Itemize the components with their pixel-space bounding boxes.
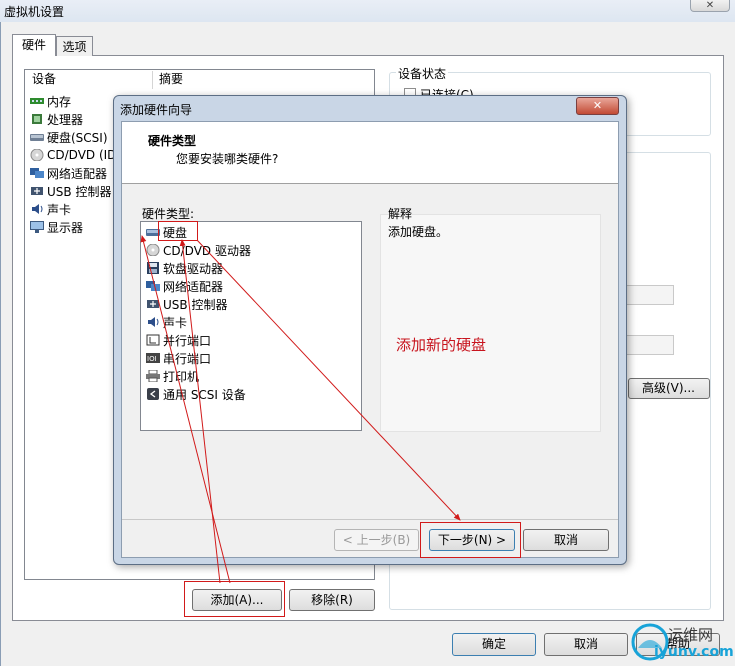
hardware-item-label: 串行端口 (163, 351, 212, 366)
wizard-title: 添加硬件向导 (120, 103, 193, 117)
device-row-cd-dvd[interactable]: CD/DVD (ID (30, 146, 116, 164)
device-label: 声卡 (47, 202, 72, 217)
hard-disk-icon (30, 131, 44, 143)
hardware-item-network[interactable]: 网络适配器 (146, 277, 223, 295)
window-title: 虚拟机设置 (4, 5, 65, 19)
svg-text:IOI: IOI (147, 355, 157, 363)
hardware-item-cd-dvd[interactable]: CD/DVD 驱动器 (146, 241, 251, 259)
hardware-item-label: 声卡 (163, 315, 188, 330)
hardware-item-label: USB 控制器 (163, 297, 228, 312)
explanation-text: 添加硬盘。 (388, 225, 449, 239)
network-adapter-icon (146, 280, 160, 292)
device-label: 网络适配器 (47, 166, 108, 181)
network-adapter-icon (30, 167, 44, 179)
hardware-item-serial-port[interactable]: IOI 串行端口 (146, 349, 211, 367)
window-close-button[interactable]: ✕ (690, 0, 730, 12)
hardware-item-label: 通用 SCSI 设备 (163, 387, 246, 402)
highlight-next-button (420, 522, 521, 558)
back-button[interactable]: < 上一步(B) (334, 529, 419, 551)
cancel-button[interactable]: 取消 (544, 633, 628, 656)
highlight-hard-disk (158, 221, 198, 241)
setting-dropdown[interactable] (625, 285, 674, 305)
usb-icon (30, 185, 44, 197)
advanced-button[interactable]: 高级(V)... (628, 378, 710, 399)
device-row-usb[interactable]: USB 控制器 (30, 182, 111, 200)
device-label: 处理器 (47, 112, 84, 127)
tab-hardware[interactable]: 硬件 (12, 34, 56, 56)
setting-dropdown[interactable] (625, 335, 674, 355)
parallel-port-icon (146, 334, 160, 346)
cd-dvd-icon (30, 148, 44, 162)
hardware-item-parallel-port[interactable]: 并行端口 (146, 331, 211, 349)
hardware-item-printer[interactable]: 打印机 (146, 367, 199, 385)
sound-card-icon (146, 316, 160, 328)
device-label: CD/DVD (ID (47, 148, 117, 162)
cd-dvd-icon (146, 243, 160, 257)
hardware-item-label: 打印机 (163, 369, 200, 384)
hardware-item-label: CD/DVD 驱动器 (163, 243, 251, 258)
device-row-sound[interactable]: 声卡 (30, 200, 71, 218)
wizard-close-button[interactable]: ✕ (576, 97, 619, 115)
device-label: USB 控制器 (47, 184, 112, 199)
wizard-divider (122, 519, 618, 520)
sound-card-icon (30, 203, 44, 215)
ok-button[interactable]: 确定 (452, 633, 536, 656)
explanation-label: 解释 (388, 207, 413, 221)
device-row-processor[interactable]: 处理器 (30, 110, 83, 128)
usb-icon (146, 298, 160, 310)
hardware-item-sound[interactable]: 声卡 (146, 313, 187, 331)
annotation-text: 添加新的硬盘 (396, 336, 487, 354)
column-header-summary[interactable]: 摘要 (159, 70, 183, 89)
hardware-item-label: 网络适配器 (163, 279, 224, 294)
device-row-memory[interactable]: 内存 (30, 92, 71, 110)
hardware-item-label: 软盘驱动器 (163, 261, 224, 276)
wizard-heading: 硬件类型 (148, 134, 197, 148)
column-divider[interactable] (152, 71, 153, 89)
device-label: 内存 (47, 94, 72, 109)
hardware-type-label: 硬件类型: (142, 207, 195, 221)
scsi-icon (146, 388, 160, 400)
hardware-item-floppy[interactable]: 软盘驱动器 (146, 259, 223, 277)
device-label: 硬盘(SCSI) (47, 130, 108, 145)
wizard-subheading: 您要安装哪类硬件? (176, 152, 279, 166)
column-header-device[interactable]: 设备 (32, 70, 56, 89)
device-status-label: 设备状态 (396, 65, 449, 82)
device-row-display[interactable]: 显示器 (30, 218, 83, 236)
serial-port-icon: IOI (146, 352, 160, 364)
explanation-panel (380, 214, 601, 432)
monitor-icon (30, 221, 44, 233)
device-row-hard-disk[interactable]: 硬盘(SCSI) (30, 128, 108, 146)
device-label: 显示器 (47, 220, 84, 235)
watermark: 运维网 iyunv.com (630, 616, 735, 666)
tab-options[interactable]: 选项 (56, 36, 93, 56)
highlight-add-button (184, 581, 285, 617)
wizard-cancel-button[interactable]: 取消 (523, 529, 609, 551)
watermark-text: 运维网 (668, 626, 714, 644)
floppy-icon (146, 262, 160, 274)
cpu-icon (30, 113, 44, 125)
device-row-network[interactable]: 网络适配器 (30, 164, 107, 182)
hardware-item-scsi[interactable]: 通用 SCSI 设备 (146, 385, 246, 403)
memory-icon (30, 95, 44, 107)
window-titlebar (0, 0, 735, 22)
hardware-item-usb[interactable]: USB 控制器 (146, 295, 227, 313)
printer-icon (146, 369, 160, 383)
hardware-item-label: 并行端口 (163, 333, 212, 348)
remove-button[interactable]: 移除(R) (289, 589, 375, 611)
watermark-url: iyunv.com (654, 644, 734, 660)
